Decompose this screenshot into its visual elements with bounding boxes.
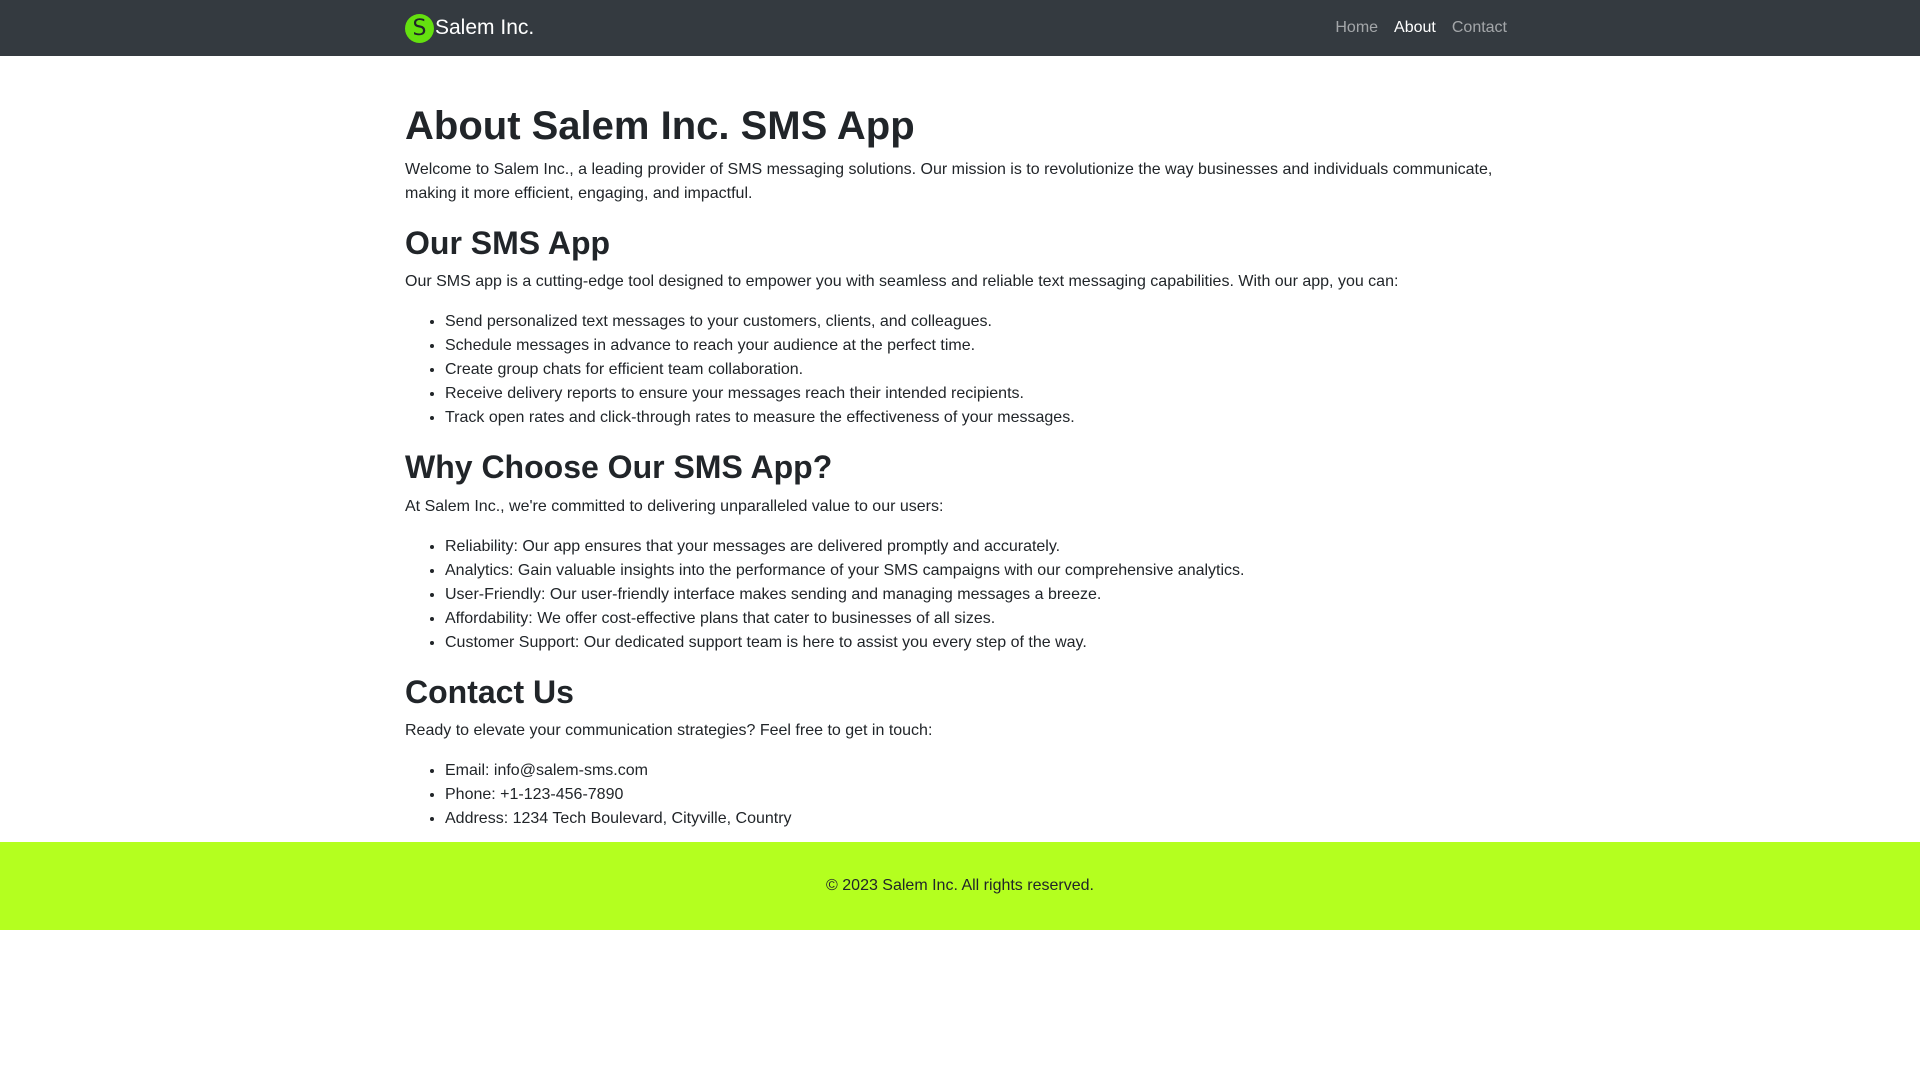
footer-copyright: © 2023 Salem Inc. All rights reserved. [826,877,1094,894]
page-footer: © 2023 Salem Inc. All rights reserved. [0,842,1920,930]
main-content: About Salem Inc. SMS App Welcome to Sale… [405,102,1507,839]
list-item: Reliability: Our app ensures that your m… [445,535,1507,559]
list-item: Create group chats for efficient team co… [445,358,1507,382]
contact-phone: Phone: +1-123-456-7890 [445,783,1507,807]
app-features-list: Send personalized text messages to your … [405,310,1507,430]
nav-link-contact[interactable]: Contact [1444,19,1507,37]
why-section-text: At Salem Inc., we're committed to delive… [405,497,944,515]
contact-details-list: Email: info@salem-sms.com Phone: +1-123-… [405,759,1507,831]
nav-links: Home About Contact [1327,19,1507,37]
list-item: Analytics: Gain valuable insights into t… [445,559,1507,583]
list-item: Track open rates and click-through rates… [445,406,1507,430]
top-navbar: S Salem Inc. Home About Contact [0,0,1920,56]
brand-logo-icon: S [405,13,434,43]
list-item: User-Friendly: Our user-friendly interfa… [445,583,1507,607]
nav-link-about[interactable]: About [1386,19,1444,37]
why-reasons-list: Reliability: Our app ensures that your m… [405,535,1507,655]
list-item: Send personalized text messages to your … [445,310,1507,334]
page-title: About Salem Inc. SMS App [405,104,915,148]
brand-link[interactable]: S Salem Inc. [405,13,535,43]
list-item: Receive delivery reports to ensure your … [445,382,1507,406]
contact-section-heading: Contact Us [405,673,574,710]
list-item: Customer Support: Our dedicated support … [445,631,1507,655]
why-section-heading: Why Choose Our SMS App? [405,449,833,486]
app-section-text: Our SMS app is a cutting-edge tool desig… [405,273,1399,291]
navbar-container: S Salem Inc. Home About Contact [405,0,1507,56]
contact-email: Email: info@salem-sms.com [445,759,1507,783]
contact-section-text: Ready to elevate your communication stra… [405,722,933,740]
list-item: Schedule messages in advance to reach yo… [445,334,1507,358]
app-section-heading: Our SMS App [405,225,611,261]
contact-address: Address: 1234 Tech Boulevard, Cityville,… [445,807,1507,831]
intro-paragraph: Welcome to Salem Inc., a leading provide… [405,161,1493,202]
brand-name: Salem Inc. [435,16,535,39]
nav-link-home[interactable]: Home [1327,19,1386,37]
list-item: Affordability: We offer cost-effective p… [445,607,1507,631]
